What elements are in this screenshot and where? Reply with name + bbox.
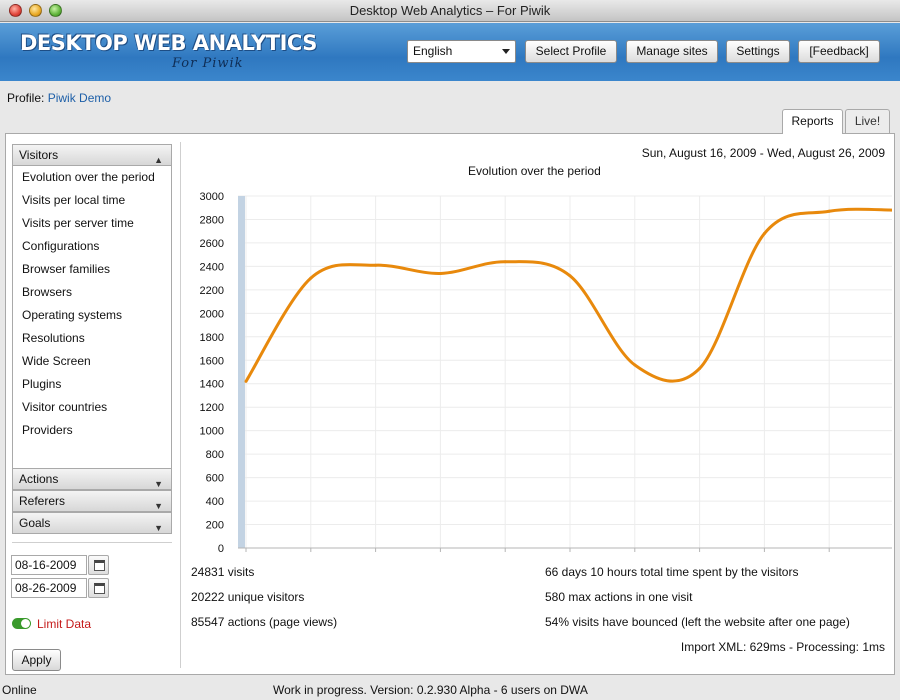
data-point bbox=[633, 363, 637, 367]
sidebar-item-browser-families[interactable]: Browser families bbox=[13, 260, 171, 283]
y-tick-label: 3000 bbox=[200, 191, 224, 203]
data-point bbox=[438, 271, 442, 275]
sidebar-item-visitor-countries[interactable]: Visitor countries bbox=[13, 398, 171, 421]
status-bar: Online Work in progress. Version: 0.2.93… bbox=[0, 680, 900, 700]
data-point bbox=[244, 379, 248, 383]
sidebar-item-resolutions[interactable]: Resolutions bbox=[13, 329, 171, 352]
y-tick-label: 200 bbox=[206, 520, 224, 532]
limit-data-toggle[interactable] bbox=[12, 618, 31, 629]
stat-max-actions: 580 max actions in one visit bbox=[545, 590, 693, 604]
sidebar-divider bbox=[12, 542, 172, 543]
chevron-down-icon bbox=[502, 49, 510, 54]
app-header: DESKTOP WEB ANALYTICS For Piwik English … bbox=[0, 23, 900, 81]
y-axis-band bbox=[238, 196, 245, 548]
accordion-referers-label: Referers bbox=[19, 494, 66, 508]
calendar-icon bbox=[94, 583, 105, 594]
sidebar-item-visits-local-time[interactable]: Visits per local time bbox=[13, 191, 171, 214]
select-profile-button[interactable]: Select Profile bbox=[525, 40, 617, 63]
date-to-calendar-button[interactable] bbox=[88, 578, 109, 598]
tab-live[interactable]: Live! bbox=[845, 109, 890, 133]
reports-panel: Visitors ▲ Evolution over the period Vis… bbox=[5, 133, 895, 675]
accordion-visitors-label: Visitors bbox=[19, 148, 59, 162]
chart-title: Evolution over the period bbox=[468, 164, 601, 178]
visitors-report-list: Evolution over the period Visits per loc… bbox=[12, 166, 172, 468]
sidebar-item-plugins[interactable]: Plugins bbox=[13, 375, 171, 398]
data-point bbox=[762, 232, 766, 236]
y-tick-label: 1800 bbox=[200, 332, 224, 344]
date-from-input[interactable]: 08-16-2009 bbox=[11, 555, 87, 575]
y-tick-label: 800 bbox=[206, 449, 224, 461]
stat-unique-visitors: 20222 unique visitors bbox=[191, 590, 305, 604]
tab-reports[interactable]: Reports bbox=[782, 109, 843, 134]
stat-actions: 85547 actions (page views) bbox=[191, 615, 338, 629]
title-bar: Desktop Web Analytics – For Piwik bbox=[0, 0, 900, 22]
data-point bbox=[374, 263, 378, 267]
y-tick-label: 1400 bbox=[200, 379, 224, 391]
accordion-referers-header[interactable]: Referers ▼ bbox=[12, 490, 172, 512]
online-status: Online bbox=[2, 683, 37, 697]
profile-row: Profile: Piwik Demo bbox=[7, 91, 111, 105]
y-tick-label: 400 bbox=[206, 496, 224, 508]
y-tick-label: 1000 bbox=[200, 426, 224, 438]
sidebar-item-operating-systems[interactable]: Operating systems bbox=[13, 306, 171, 329]
status-message: Work in progress. Version: 0.2.930 Alpha… bbox=[273, 683, 588, 697]
accordion-goals-header[interactable]: Goals ▼ bbox=[12, 512, 172, 534]
language-select[interactable]: English bbox=[407, 40, 516, 63]
sidebar-item-evolution[interactable]: Evolution over the period bbox=[13, 168, 171, 191]
date-to-input[interactable]: 08-26-2009 bbox=[11, 578, 87, 598]
language-select-value: English bbox=[413, 44, 453, 58]
evolution-line-chart: 0 200 400 600 800 1000 1200 1400 1600 1800 2000 220… bbox=[200, 191, 892, 555]
y-tick-label: 2600 bbox=[200, 238, 224, 250]
settings-button[interactable]: Settings bbox=[726, 40, 790, 63]
toggle-knob bbox=[21, 619, 30, 628]
app-logo: DESKTOP WEB ANALYTICS bbox=[20, 31, 317, 55]
sidebar-item-visits-server-time[interactable]: Visits per server time bbox=[13, 214, 171, 237]
y-tick-label: 2000 bbox=[200, 308, 224, 320]
apply-button[interactable]: Apply bbox=[12, 649, 61, 671]
data-point bbox=[568, 274, 572, 278]
sidebar-item-browsers[interactable]: Browsers bbox=[13, 283, 171, 306]
sidebar-vertical-divider bbox=[180, 142, 181, 668]
app-logo-subtitle: For Piwik bbox=[172, 56, 244, 71]
y-tick-label: 2200 bbox=[200, 285, 224, 297]
profile-name-link[interactable]: Piwik Demo bbox=[48, 91, 111, 105]
data-point bbox=[309, 276, 313, 280]
manage-sites-button[interactable]: Manage sites bbox=[626, 40, 718, 63]
y-tick-label: 0 bbox=[218, 543, 224, 555]
sidebar-item-providers[interactable]: Providers bbox=[13, 421, 171, 444]
series-line-visits bbox=[244, 207, 892, 383]
report-date-range: Sun, August 16, 2009 - Wed, August 26, 2… bbox=[641, 146, 885, 160]
sidebar: Visitors ▲ Evolution over the period Vis… bbox=[12, 144, 172, 534]
sidebar-item-wide-screen[interactable]: Wide Screen bbox=[13, 352, 171, 375]
limit-data-label: Limit Data bbox=[37, 617, 92, 631]
stat-bounce-rate: 54% visits have bounced (left the websit… bbox=[545, 615, 850, 629]
stat-total-time: 66 days 10 hours total time spent by the… bbox=[545, 565, 799, 579]
data-point bbox=[503, 260, 507, 264]
sidebar-item-configurations[interactable]: Configurations bbox=[13, 237, 171, 260]
accordion-goals-label: Goals bbox=[19, 516, 51, 530]
y-tick-label: 1600 bbox=[200, 355, 224, 367]
accordion-actions-header[interactable]: Actions ▼ bbox=[12, 468, 172, 490]
stat-visits: 24831 visits bbox=[191, 565, 255, 579]
feedback-button[interactable]: [Feedback] bbox=[798, 40, 880, 63]
calendar-icon bbox=[94, 560, 105, 571]
date-from-calendar-button[interactable] bbox=[88, 555, 109, 575]
import-timing: Import XML: 629ms - Processing: 1ms bbox=[680, 640, 885, 654]
y-tick-label: 600 bbox=[206, 473, 224, 485]
data-point bbox=[827, 209, 831, 213]
y-tick-label: 2400 bbox=[200, 261, 224, 273]
chevron-down-icon: ▼ bbox=[154, 523, 163, 533]
chevron-up-icon: ▲ bbox=[154, 155, 163, 165]
window-title: Desktop Web Analytics – For Piwik bbox=[349, 3, 551, 18]
data-point bbox=[698, 366, 702, 370]
accordion-actions-label: Actions bbox=[19, 472, 59, 486]
y-tick-label: 1200 bbox=[200, 402, 224, 414]
accordion-visitors-header[interactable]: Visitors ▲ bbox=[12, 144, 172, 166]
profile-label: Profile: bbox=[7, 91, 45, 105]
y-tick-label: 2800 bbox=[200, 214, 224, 226]
